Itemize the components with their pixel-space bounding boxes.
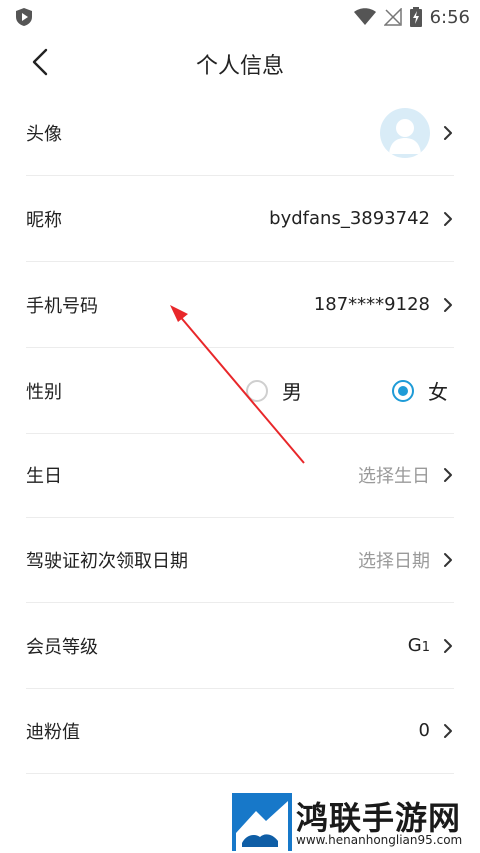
male-radio[interactable]	[246, 379, 268, 402]
license-date-label: 驾驶证初次领取日期	[26, 550, 188, 572]
watermark: 鸿联手游网 www.henanhonglian95.com	[232, 793, 478, 851]
female-radio[interactable]	[392, 379, 414, 402]
status-right: 6:56	[353, 0, 470, 34]
row-gender: 性别 男 女	[26, 348, 454, 434]
user-placeholder-icon	[389, 118, 421, 154]
row-license-date[interactable]: 驾驶证初次领取日期 选择日期	[26, 517, 454, 603]
points-value: 0	[418, 720, 430, 741]
row-avatar[interactable]: 头像	[26, 90, 454, 176]
gender-label: 性别	[26, 381, 62, 403]
phone-label: 手机号码	[26, 295, 98, 317]
member-level-label: 会员等级	[26, 636, 98, 658]
points-value-wrap: 0	[419, 720, 454, 741]
member-level-sub: 1	[421, 640, 430, 655]
avatar-value	[380, 107, 454, 158]
female-label: 女	[428, 380, 448, 404]
row-member-level[interactable]: 会员等级 G1	[26, 603, 454, 689]
watermark-url: www.henanhonglian95.com	[296, 833, 463, 847]
row-nickname[interactable]: 昵称 bydfans_3893742	[26, 176, 454, 262]
nickname-label: 昵称	[26, 209, 62, 231]
page-title: 个人信息	[195, 54, 284, 79]
top-bar: 个人信息	[0, 34, 480, 90]
battery-charging-icon	[409, 7, 422, 27]
chevron-right-icon	[444, 638, 452, 653]
phone-value-wrap: 187****9128	[314, 294, 454, 315]
birthday-placeholder: 选择生日	[358, 465, 430, 487]
gender-options: 男 女	[246, 376, 454, 405]
member-level-main: G	[407, 635, 422, 656]
gender-option-male[interactable]: 男	[246, 376, 302, 405]
chevron-right-icon	[444, 211, 452, 226]
birthday-label: 生日	[26, 465, 62, 487]
no-signal-icon	[383, 8, 402, 26]
avatar-label: 头像	[26, 123, 62, 145]
row-birthday[interactable]: 生日 选择生日	[26, 432, 454, 518]
member-level-value-wrap: G1	[408, 635, 454, 656]
gender-option-female[interactable]: 女	[392, 376, 448, 405]
chevron-right-icon	[444, 467, 452, 482]
row-phone[interactable]: 手机号码 187****9128	[26, 262, 454, 348]
nickname-value: bydfans_3893742	[269, 208, 430, 229]
wifi-icon	[353, 8, 376, 25]
points-label: 迪粉值	[26, 721, 80, 743]
row-points[interactable]: 迪粉值 0	[26, 688, 454, 774]
phone-value: 187****9128	[313, 294, 430, 315]
chevron-right-icon	[444, 723, 452, 738]
birthday-value-wrap: 选择生日	[358, 462, 454, 488]
license-date-placeholder: 选择日期	[358, 550, 430, 572]
chevron-right-icon	[444, 552, 452, 567]
watermark-logo-icon	[232, 793, 292, 851]
license-date-value-wrap: 选择日期	[358, 547, 454, 573]
avatar	[380, 107, 430, 158]
shield-play-icon	[16, 8, 32, 26]
member-level-value: G1	[408, 635, 430, 656]
chevron-right-icon	[444, 297, 452, 312]
nickname-value-wrap: bydfans_3893742	[269, 208, 454, 229]
chevron-right-icon	[444, 125, 452, 140]
male-label: 男	[282, 380, 302, 404]
clock: 6:56	[429, 6, 470, 28]
status-bar: 6:56	[0, 0, 480, 34]
